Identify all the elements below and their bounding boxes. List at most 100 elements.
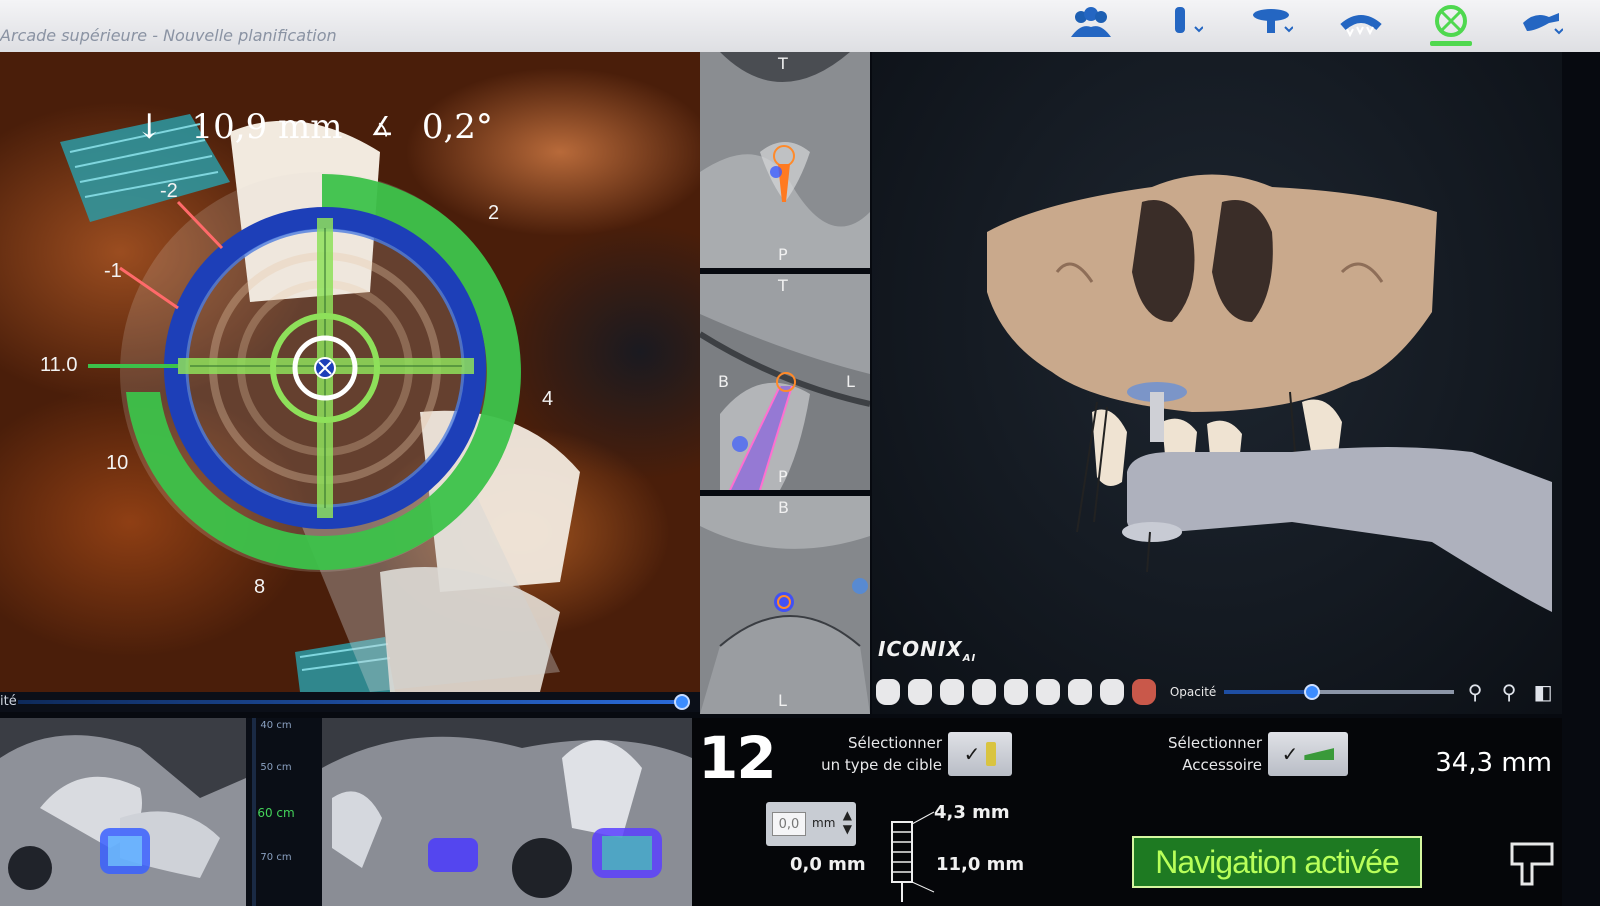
accessory-icon xyxy=(1304,748,1335,760)
implant-platform-button[interactable] xyxy=(1242,2,1300,42)
tooth-icon xyxy=(1045,683,1050,702)
check-icon: ✓ xyxy=(1281,742,1299,766)
cube-icon: ◧ xyxy=(1533,680,1553,704)
depth-value: 10,9 mm xyxy=(191,107,343,147)
guidance-overlay xyxy=(60,114,580,692)
skull-3d-view[interactable]: ICONIXAI Opacité ⚲ ⚲ ◧ xyxy=(872,52,1562,714)
zoom-in-button[interactable]: ⚲ xyxy=(1462,679,1488,705)
view-slider-label: ité xyxy=(0,694,17,709)
view-slider-knob[interactable] xyxy=(674,694,690,710)
ring-label-4: 4 xyxy=(542,388,554,410)
depth-arrow-icon: ↓ xyxy=(135,107,164,147)
select-accessory-button[interactable]: ✓ xyxy=(1268,732,1348,776)
stepper-arrows-icon[interactable]: ▲ ▼ xyxy=(843,808,852,836)
tooth-icon xyxy=(1077,683,1082,702)
implant-icon xyxy=(986,742,997,766)
plan-title: Arcade supérieure - Nouvelle planificati… xyxy=(0,26,337,45)
view-tooth-button[interactable] xyxy=(939,679,964,705)
zoom-out-button[interactable]: ⚲ xyxy=(1496,679,1522,705)
camera-feed-left xyxy=(0,718,246,906)
ct-slice-axial[interactable]: T P xyxy=(700,52,870,268)
handpiece-button[interactable] xyxy=(1512,2,1570,42)
ring-label-11: 11.0 xyxy=(40,354,78,376)
offset-stepper[interactable]: 0,0 mm ▲ ▼ xyxy=(766,802,856,846)
camera-feed-right-image xyxy=(322,718,692,906)
ct2-bottom-letter: P xyxy=(778,467,788,486)
implant-offset: 0,0 mm xyxy=(790,854,866,875)
camera-feed-right xyxy=(322,718,692,906)
ct3-bottom-letter: L xyxy=(778,691,787,710)
view-tooth-button[interactable] xyxy=(876,679,900,705)
implant-length: 34,3 mm xyxy=(1435,748,1552,778)
ct2-top-letter: T xyxy=(778,276,788,295)
iconix-logo: ICONIXAI xyxy=(878,637,977,664)
ring-label-minus-1: -1 xyxy=(104,260,122,282)
angle-value: 0,2° xyxy=(421,107,493,147)
navigation-button[interactable] xyxy=(1422,2,1480,46)
depth-angle-readout: ↓ 10,9 mm ∡ 0,2° xyxy=(135,107,493,147)
ct-slice-sagittal-image xyxy=(700,496,870,714)
magnifier-minus-icon: ⚲ xyxy=(1501,680,1517,704)
tooth-icon xyxy=(949,683,954,702)
ring-label-10: 10 xyxy=(106,452,129,474)
navigation-screen: Arcade supérieure - Nouvelle planificati… xyxy=(0,0,1600,906)
ct-slice-axial-image xyxy=(700,52,870,268)
distance-40: 40 cm xyxy=(260,720,292,731)
tooth-icon xyxy=(1109,683,1114,702)
patients-icon xyxy=(1071,7,1111,37)
implant-control-panel: 12 Sélectionner un type de cible ✓ Sélec… xyxy=(692,718,1562,906)
maxilla-bone xyxy=(987,174,1437,412)
offset-unit: mm xyxy=(812,816,836,830)
ct1-bottom-letter: P xyxy=(778,245,788,264)
opacity-slider[interactable] xyxy=(1224,684,1455,700)
implant-length-dim: 11,0 mm xyxy=(936,854,1025,875)
tooth-icon xyxy=(981,683,986,702)
top-toolbar xyxy=(1062,0,1570,46)
drill-icon xyxy=(1175,7,1203,33)
arch-button[interactable] xyxy=(1332,2,1390,42)
mouth-view-button[interactable] xyxy=(1131,679,1156,705)
tooth-icon xyxy=(885,683,890,702)
opacity-label: Opacité xyxy=(1169,685,1217,699)
check-icon: ✓ xyxy=(963,742,981,766)
ring-label-minus-2: -2 xyxy=(160,180,178,202)
arch-icon xyxy=(1340,15,1382,38)
handpiece-icon xyxy=(1523,13,1563,35)
view-tooth-button[interactable] xyxy=(1003,679,1028,705)
ct1-top-letter: T xyxy=(778,54,788,73)
opacity-slider-knob[interactable] xyxy=(1303,684,1320,700)
ct-slice-cross[interactable]: T B L P xyxy=(700,274,870,490)
implant-diameter: 4,3 mm xyxy=(934,802,1010,823)
view-tooth-button[interactable] xyxy=(1067,679,1092,705)
angle-icon: ∡ xyxy=(370,112,394,142)
patients-button[interactable] xyxy=(1062,2,1120,42)
ring-label-8: 8 xyxy=(254,576,266,598)
guidance-3d-view[interactable]: ↓ 10,9 mm ∡ 0,2° -2 -1 2 4 11.0 10 8 xyxy=(0,52,700,692)
handpiece-connector-icon xyxy=(1510,842,1554,886)
drill-button[interactable] xyxy=(1152,2,1210,42)
tooth-icon xyxy=(917,683,922,702)
view-tooth-button[interactable] xyxy=(907,679,932,705)
view-tooth-button[interactable] xyxy=(1099,679,1124,705)
distance-60: 60 cm xyxy=(257,806,295,820)
cube-view-button[interactable]: ◧ xyxy=(1530,679,1556,705)
navigation-target-icon xyxy=(1435,5,1467,37)
distance-50: 50 cm xyxy=(260,762,292,773)
select-accessory-label: Sélectionner Accessoire xyxy=(1167,734,1262,774)
view-slider[interactable]: ité xyxy=(0,692,700,712)
tooth-number: 12 xyxy=(698,724,777,792)
ct-slice-sagittal[interactable]: B L xyxy=(700,496,870,714)
offset-input[interactable]: 0,0 xyxy=(772,812,806,836)
magnifier-plus-icon: ⚲ xyxy=(1467,680,1483,704)
ct2-right-letter: L xyxy=(846,372,855,391)
view-tooth-button[interactable] xyxy=(1035,679,1060,705)
view-tooth-button[interactable] xyxy=(971,679,996,705)
view-slider-track[interactable] xyxy=(18,700,682,704)
select-target-label: Sélectionner un type de cible xyxy=(821,734,942,774)
ct2-left-letter: B xyxy=(718,372,729,391)
select-target-button[interactable]: ✓ xyxy=(948,732,1012,776)
skull-model xyxy=(987,174,1552,612)
distance-70: 70 cm xyxy=(260,852,292,863)
navigation-status-button[interactable]: Navigation activée xyxy=(1132,836,1422,888)
ct3-top-letter: B xyxy=(778,498,789,517)
